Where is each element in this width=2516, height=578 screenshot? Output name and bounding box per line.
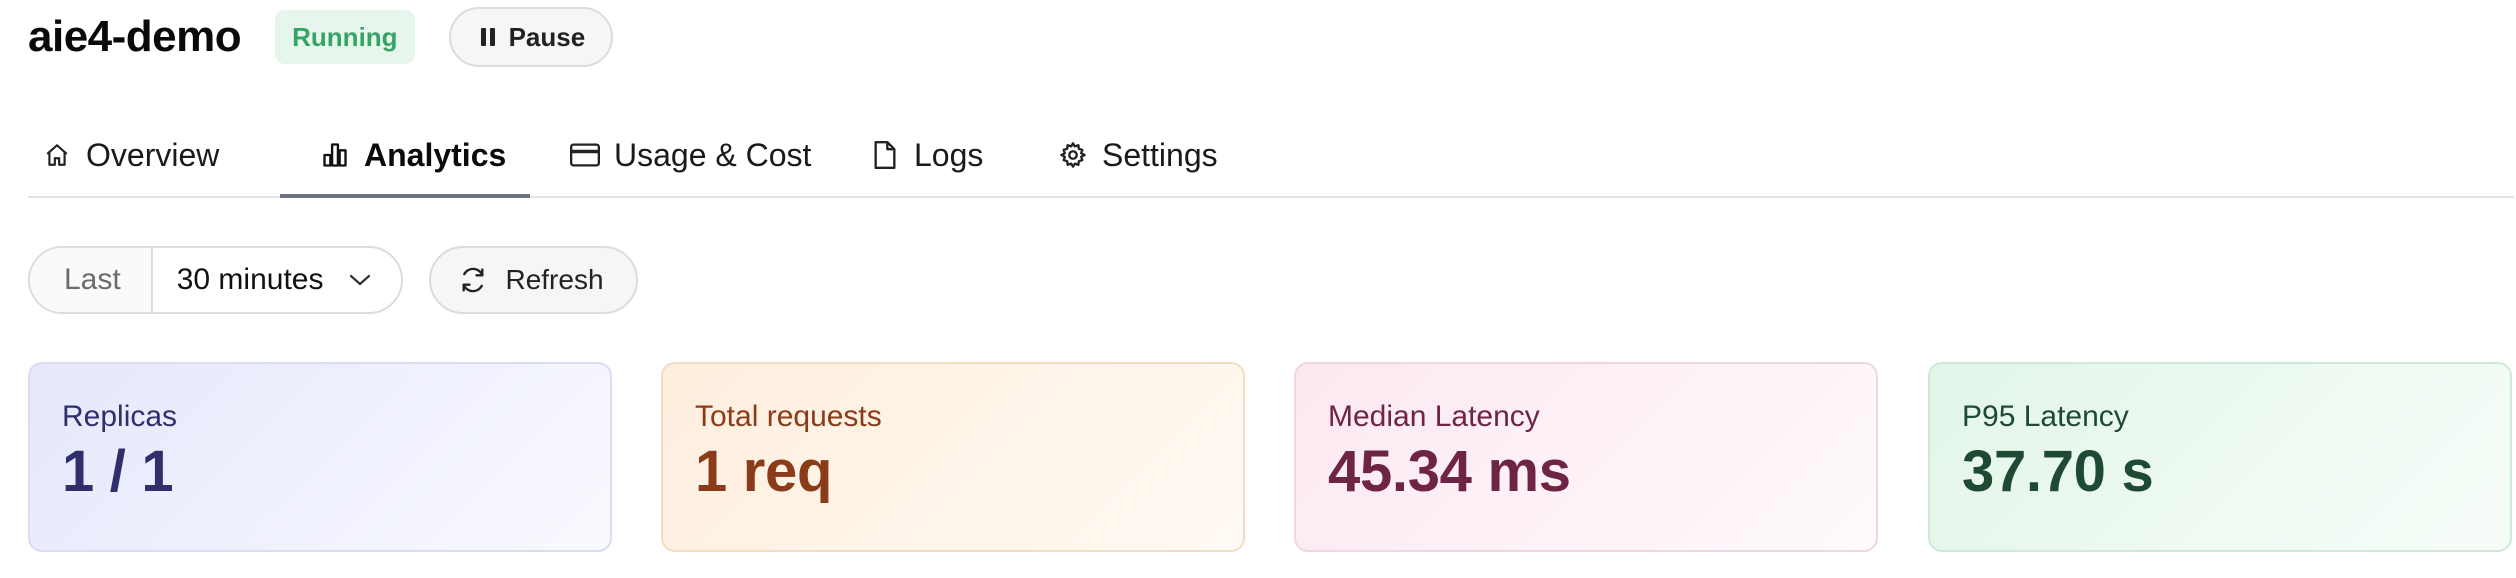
refresh-icon: [457, 264, 489, 296]
pause-button[interactable]: Pause: [448, 7, 614, 67]
pause-icon: [480, 28, 495, 46]
stat-card-total-requests: Total requests 1 req: [661, 362, 1245, 552]
stat-value: 1 / 1: [62, 439, 174, 504]
stat-value: 1 req: [695, 439, 833, 504]
chevron-down-icon: [345, 265, 375, 295]
app-title: aie4-demo: [28, 12, 242, 61]
stat-card-median-latency: Median Latency 45.34 ms: [1294, 362, 1878, 552]
stat-label: Total requests: [695, 400, 882, 433]
tab-label: Analytics: [364, 136, 507, 173]
stat-card-p95-latency: P95 Latency 37.70 s: [1928, 362, 2512, 552]
bar-chart-icon: [320, 140, 350, 170]
stat-label: Replicas: [62, 400, 178, 433]
tab-usage-cost[interactable]: Usage & Cost: [570, 112, 811, 198]
gear-icon: [1058, 140, 1088, 170]
time-range-picker: Last 30 minutes: [28, 246, 404, 314]
stat-value: 37.70 s: [1962, 439, 2154, 504]
stat-label: P95 Latency: [1962, 400, 2129, 433]
tab-label: Logs: [914, 136, 984, 173]
tab-bar: Overview Analytics Usage & Cost Logs Set…: [28, 112, 2514, 198]
time-range-prefix: Last: [30, 248, 153, 312]
active-tab-indicator: [280, 194, 530, 198]
pause-label: Pause: [508, 21, 586, 52]
file-icon: [870, 140, 900, 170]
tab-label: Settings: [1102, 136, 1218, 173]
status-badge: Running: [275, 10, 415, 64]
tab-settings[interactable]: Settings: [1058, 112, 1218, 198]
time-range-select[interactable]: 30 minutes: [153, 248, 402, 312]
time-range-value: 30 minutes: [176, 263, 324, 296]
tab-logs[interactable]: Logs: [870, 112, 983, 198]
page-header: aie4-demo Running Pause: [28, 7, 614, 67]
controls-bar: Last 30 minutes Refresh: [28, 246, 638, 314]
home-icon: [42, 140, 72, 170]
stats-row: Replicas 1 / 1 Total requests 1 req Medi…: [28, 362, 2514, 552]
refresh-button[interactable]: Refresh: [429, 246, 638, 314]
stat-card-replicas: Replicas 1 / 1: [28, 362, 612, 552]
tab-analytics[interactable]: Analytics: [320, 112, 506, 198]
tab-label: Overview: [86, 136, 220, 173]
tab-label: Usage & Cost: [614, 136, 812, 173]
stat-label: Median Latency: [1328, 400, 1540, 433]
tab-overview[interactable]: Overview: [42, 112, 219, 198]
refresh-label: Refresh: [505, 264, 604, 295]
credit-card-icon: [570, 140, 600, 170]
stat-value: 45.34 ms: [1328, 439, 1571, 504]
